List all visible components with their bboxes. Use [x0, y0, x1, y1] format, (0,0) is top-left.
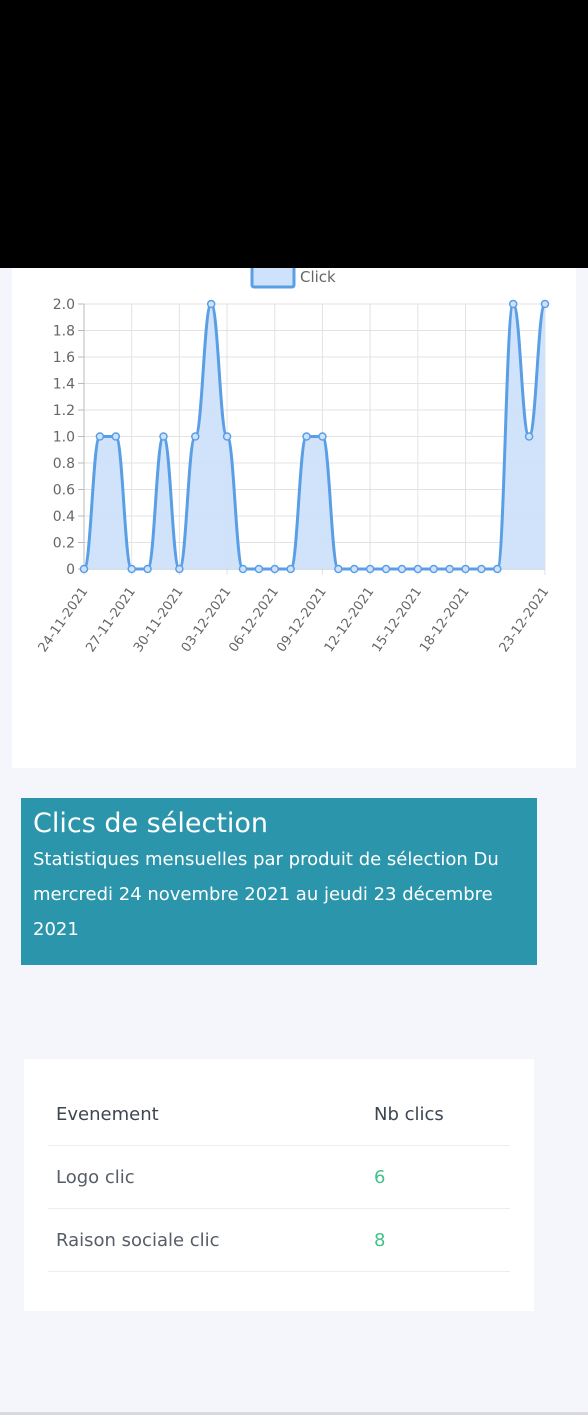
x-tick-label: 30-11-2021 — [131, 585, 187, 656]
event-name: Logo clic — [56, 1166, 135, 1188]
data-point — [318, 432, 327, 441]
table-row: Logo clic 6 — [48, 1146, 510, 1209]
event-count: 6 — [374, 1166, 386, 1188]
y-tick-label: 0.2 — [53, 536, 75, 552]
data-point — [429, 564, 438, 574]
data-point — [334, 564, 343, 574]
section-subtitle-line: mercredi 24 novembre 2021 au jeudi 23 dé… — [33, 884, 493, 905]
section-subtitle-line: Statistiques mensuelles par produit de s… — [33, 849, 499, 870]
data-point — [191, 432, 200, 441]
section-banner: Clics de sélection Statistiques mensuell… — [21, 798, 537, 965]
y-tick-label: 0.6 — [53, 483, 75, 499]
data-point — [127, 564, 136, 574]
data-point — [397, 564, 407, 574]
table-header-row: Evenement Nb clics — [48, 1083, 510, 1146]
data-point — [159, 432, 168, 441]
chart-card: Click 0 0.2 0.4 0.6 0.8 1.0 1.2 1.4 1.6 1.8 2.0 24-1… — [12, 268, 576, 768]
data-point — [445, 564, 454, 574]
data-point — [477, 564, 486, 574]
event-name: Raison sociale clic — [56, 1229, 220, 1251]
data-point — [254, 564, 264, 574]
y-tick-label: 1.0 — [53, 430, 75, 446]
y-tick-label: 0.4 — [53, 509, 75, 525]
section-subtitle-line: 2021 — [33, 919, 79, 940]
data-point — [493, 564, 502, 574]
x-tick-label: 15-12-2021 — [369, 585, 425, 656]
data-point — [365, 564, 375, 574]
data-point — [79, 564, 89, 574]
data-point — [381, 564, 391, 574]
event-count: 8 — [374, 1229, 386, 1251]
y-tick-label: 1.6 — [53, 350, 75, 366]
y-tick-label: 1.8 — [53, 324, 75, 340]
y-tick-label: 1.2 — [53, 403, 75, 419]
x-tick-label: 27-11-2021 — [83, 585, 139, 656]
data-point — [143, 564, 152, 574]
data-point — [270, 564, 280, 574]
data-point — [349, 564, 359, 574]
data-point — [95, 432, 105, 441]
top-black-bar — [0, 0, 588, 268]
x-tick-label: 06-12-2021 — [226, 585, 282, 656]
stats-table-card: Evenement Nb clics Logo clic 6 Raison so… — [24, 1059, 534, 1311]
data-point — [508, 299, 518, 309]
data-point — [540, 299, 550, 309]
data-point — [175, 564, 184, 574]
header-event: Evenement — [56, 1103, 159, 1125]
header-count: Nb clics — [374, 1103, 444, 1125]
stats-table: Evenement Nb clics Logo clic 6 Raison so… — [48, 1083, 510, 1272]
data-point — [413, 564, 423, 574]
legend-label: Click — [300, 268, 336, 286]
x-tick-label: 12-12-2021 — [322, 585, 378, 656]
x-tick-label: 09-12-2021 — [274, 585, 330, 656]
x-tick-label: 23-12-2021 — [497, 585, 553, 656]
legend-swatch — [250, 268, 296, 289]
data-point — [302, 432, 311, 441]
data-point — [222, 432, 232, 441]
y-tick-label: 0.8 — [53, 456, 75, 472]
data-point — [286, 564, 295, 574]
section-title: Clics de sélection — [33, 808, 269, 839]
table-row: Raison sociale clic 8 — [48, 1209, 510, 1272]
x-tick-label: 03-12-2021 — [179, 585, 235, 656]
y-tick-label: 2.0 — [53, 297, 75, 313]
x-tick-label: 24-11-2021 — [36, 585, 92, 656]
data-point — [524, 432, 534, 441]
data-point — [461, 564, 470, 574]
data-point — [206, 299, 216, 309]
y-tick-label: 0 — [66, 562, 75, 578]
click-chart: Click 0 0.2 0.4 0.6 0.8 1.0 1.2 1.4 1.6 1.8 2.0 24-1… — [36, 268, 553, 656]
data-point — [111, 432, 121, 441]
y-tick-label: 1.4 — [53, 377, 75, 393]
x-tick-label: 18-12-2021 — [417, 585, 473, 656]
data-point — [238, 564, 248, 574]
